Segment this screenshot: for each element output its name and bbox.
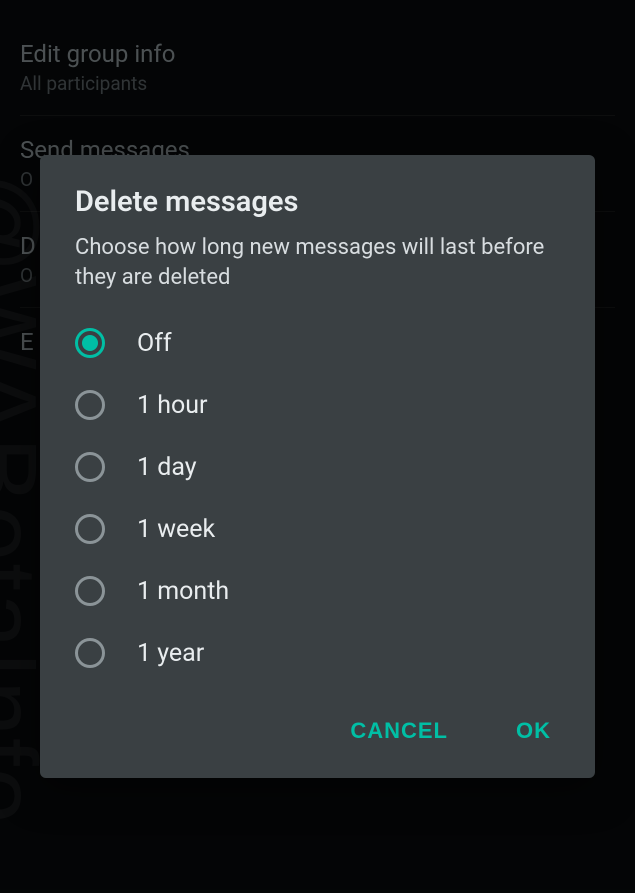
option-1-hour[interactable]: 1 hour [40, 374, 595, 436]
dialog-actions: CANCEL OK [40, 688, 595, 766]
radio-icon [75, 452, 105, 482]
dialog-subtitle: Choose how long new messages will last b… [40, 233, 595, 308]
radio-icon [75, 328, 105, 358]
radio-icon [75, 576, 105, 606]
option-label: 1 week [137, 515, 215, 544]
radio-icon [75, 390, 105, 420]
options-list: Off 1 hour 1 day 1 week 1 month 1 year [40, 308, 595, 688]
option-label: 1 day [137, 453, 197, 482]
option-off[interactable]: Off [40, 312, 595, 374]
option-label: 1 hour [137, 391, 208, 420]
option-1-day[interactable]: 1 day [40, 436, 595, 498]
radio-icon [75, 514, 105, 544]
option-label: Off [137, 329, 172, 358]
ok-button[interactable]: OK [502, 708, 565, 754]
option-1-year[interactable]: 1 year [40, 622, 595, 684]
dialog-title: Delete messages [40, 185, 595, 233]
option-label: 1 year [137, 639, 204, 668]
radio-icon [75, 638, 105, 668]
option-1-month[interactable]: 1 month [40, 560, 595, 622]
option-label: 1 month [137, 577, 229, 606]
option-1-week[interactable]: 1 week [40, 498, 595, 560]
cancel-button[interactable]: CANCEL [336, 708, 462, 754]
delete-messages-dialog: Delete messages Choose how long new mess… [40, 155, 595, 778]
